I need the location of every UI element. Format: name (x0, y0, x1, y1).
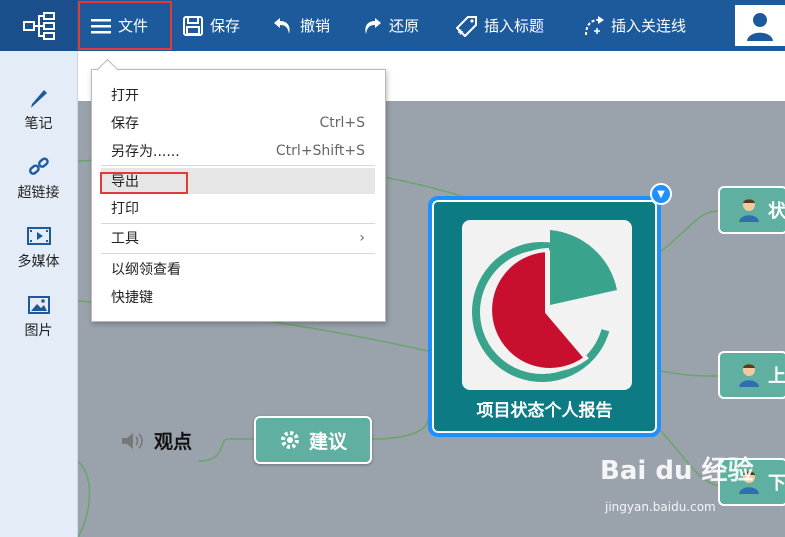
link-icon (28, 157, 49, 175)
menu-item-outline-view[interactable]: 以纲领查看 (101, 256, 375, 282)
right-node-label: 上 (768, 366, 785, 387)
menu-item-label: 以纲领查看 (111, 262, 181, 278)
suggestion-node[interactable]: 建议 (254, 416, 372, 464)
save-label: 保存 (210, 17, 241, 35)
menu-divider (101, 165, 375, 166)
undo-label: 撤销 (300, 17, 331, 35)
collapse-toggle-button[interactable]: ▼ (650, 183, 672, 205)
central-topic-node[interactable]: 项目状态个人报告 (428, 196, 661, 437)
redo-button[interactable]: 还原 (361, 0, 419, 51)
person-icon (739, 364, 759, 387)
menu-item-shortcuts[interactable]: 快捷键 (101, 284, 375, 310)
hamburger-icon (91, 18, 111, 33)
central-topic-title: 项目状态个人报告 (476, 401, 613, 421)
right-node-label: 状 (768, 201, 785, 222)
redo-label: 还原 (389, 17, 420, 35)
menu-item-save-as[interactable]: 另存为...... Ctrl+Shift+S (101, 138, 375, 164)
media-icon (26, 227, 51, 245)
insert-relationship-button[interactable]: 插入关连线 (583, 0, 686, 51)
watermark-url: jingyan.baidu.com (605, 500, 716, 514)
menu-divider (101, 253, 375, 254)
suggestion-label: 建议 (308, 430, 347, 453)
menu-item-label: 另存为...... (111, 144, 180, 160)
menu-item-shortcut: Ctrl+Shift+S (275, 143, 365, 159)
menu-item-shortcut: Ctrl+S (319, 115, 365, 131)
file-menu-button[interactable]: 文件 (78, 1, 172, 50)
top-toolbar: 文件 保存 撤销 还原 插入标题 插入关连线 (0, 0, 785, 51)
left-sidebar: 笔记 超链接 多媒体 图片 (0, 51, 78, 537)
menu-item-tools[interactable]: 工具 › (101, 225, 375, 251)
user-avatar-button[interactable] (735, 5, 785, 46)
submenu-arrow-icon: › (359, 230, 365, 246)
sidebar-item-label: 笔记 (24, 116, 53, 132)
insert-title-button[interactable]: 插入标题 (456, 0, 544, 51)
insert-relationship-label: 插入关连线 (611, 17, 687, 35)
file-dropdown-menu: 打开 保存 Ctrl+S 另存为...... Ctrl+Shift+S 导出 打… (91, 58, 386, 322)
sidebar-item-label: 多媒体 (17, 254, 60, 270)
menu-item-label: 打印 (111, 201, 139, 217)
sidebar-item-label: 图片 (24, 323, 53, 339)
undo-icon (274, 17, 290, 34)
speaker-icon (122, 432, 143, 449)
menu-item-label: 工具 (111, 231, 139, 247)
image-icon (27, 296, 50, 314)
menu-item-print[interactable]: 打印 (101, 195, 375, 221)
pie-chart-image (462, 220, 632, 390)
sidebar-item-multimedia[interactable]: 多媒体 (0, 225, 77, 271)
menu-item-save[interactable]: 保存 Ctrl+S (101, 110, 375, 136)
export-highlight-box (100, 172, 188, 194)
file-label: 文件 (118, 17, 149, 35)
right-topic-node[interactable]: 状 (718, 186, 785, 234)
menu-item-label: 打开 (111, 88, 139, 104)
menu-divider (101, 223, 375, 224)
pencil-icon (30, 90, 47, 108)
right-node-label: 下 (768, 473, 785, 494)
floppy-disk-icon (183, 15, 203, 36)
sidebar-item-label: 超链接 (17, 185, 60, 201)
sidebar-item-hyperlink[interactable]: 超链接 (0, 156, 77, 202)
mindmap-logo-icon[interactable] (0, 0, 77, 51)
menu-item-open[interactable]: 打开 (101, 82, 375, 108)
user-icon (747, 12, 773, 41)
insert-title-label: 插入标题 (484, 17, 545, 35)
sidebar-item-notes[interactable]: 笔记 (0, 87, 77, 133)
watermark-brand: Bai du 经验 (600, 456, 754, 486)
viewpoint-node[interactable]: 观点 (120, 427, 192, 454)
redo-icon (365, 17, 381, 34)
viewpoint-label: 观点 (154, 431, 193, 453)
save-button[interactable]: 保存 (182, 0, 240, 51)
gear-icon (280, 431, 299, 449)
person-icon (739, 199, 759, 222)
undo-button[interactable]: 撤销 (272, 0, 330, 51)
curved-arrow-plus-icon (585, 15, 604, 35)
menu-item-label: 快捷键 (111, 290, 153, 306)
menu-item-label: 保存 (111, 116, 139, 132)
triangle-down-icon: ▼ (657, 188, 665, 200)
sidebar-item-image[interactable]: 图片 (0, 294, 77, 340)
tag-plus-icon (456, 15, 477, 37)
right-topic-node[interactable]: 上 (718, 351, 785, 399)
